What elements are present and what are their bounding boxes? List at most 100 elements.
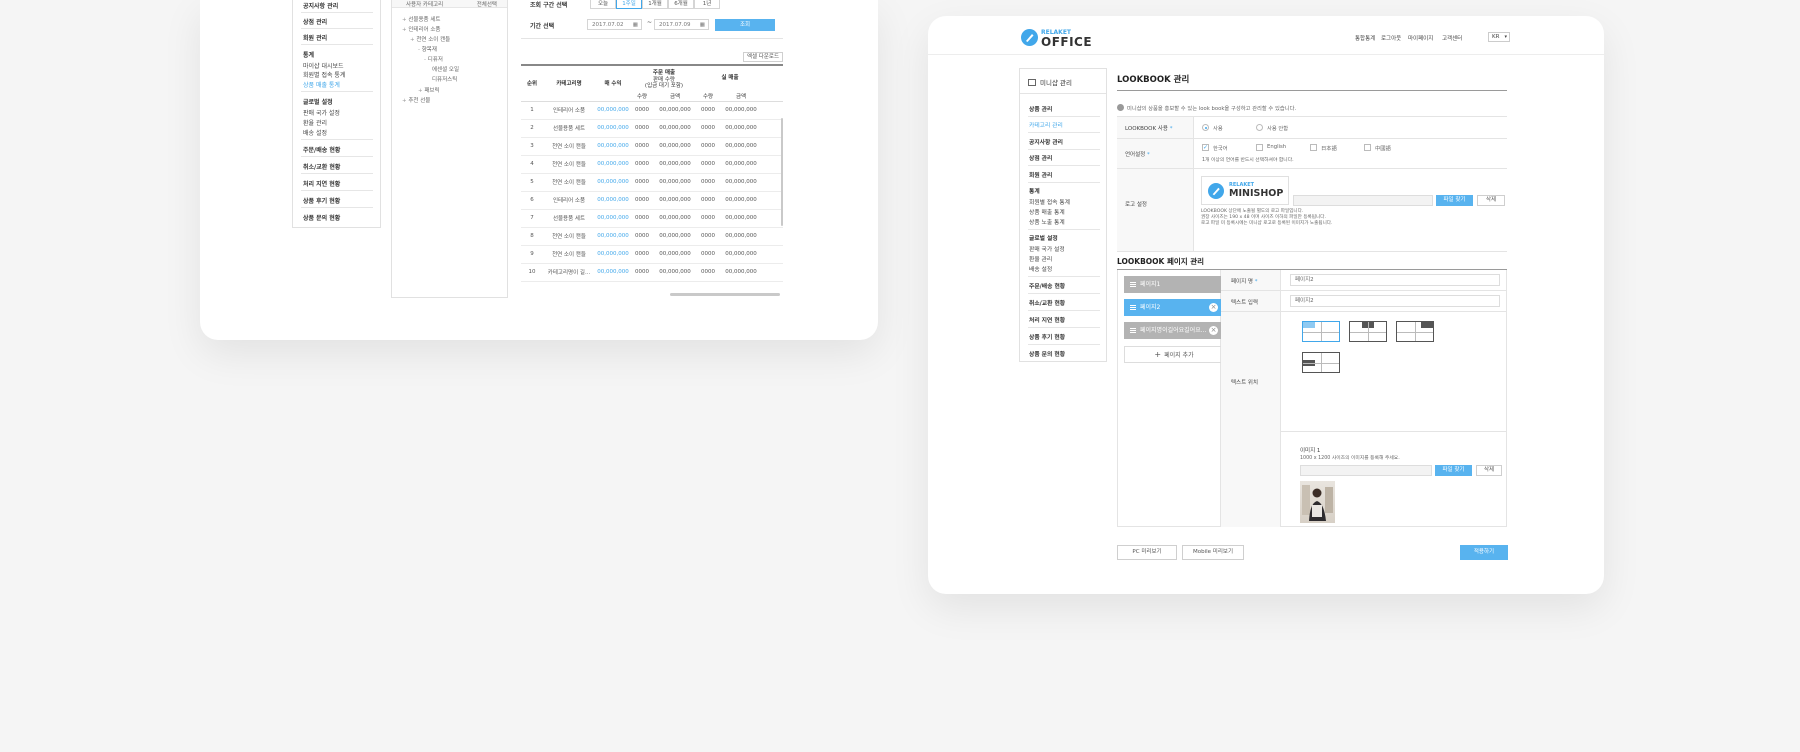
tree-node[interactable]: 디퓨저스틱 <box>432 75 457 83</box>
sidebar-item[interactable]: 판매 국가 설정 <box>303 108 340 117</box>
lang-checkbox-ko[interactable]: ✓ <box>1202 144 1209 151</box>
layout-option-4[interactable] <box>1302 352 1340 373</box>
sidebar-item[interactable]: 주문/배송 현황 <box>1029 281 1065 290</box>
lang-checkbox-ja[interactable] <box>1310 144 1317 151</box>
image-file-find-button[interactable]: 파일 찾기 <box>1435 465 1472 476</box>
page-tab[interactable]: 페이지명이길어요길어요... × <box>1124 322 1224 339</box>
sidebar-item[interactable]: 공지사항 관리 <box>1029 137 1063 146</box>
sidebar-item[interactable]: 배송 설정 <box>1029 264 1052 273</box>
table-horizontal-scrollbar[interactable] <box>670 293 780 296</box>
use-radio-yes[interactable] <box>1202 124 1209 131</box>
text-input-field[interactable]: 페이지2 <box>1290 295 1500 307</box>
add-page-button[interactable]: + 페이지 추가 <box>1124 346 1224 363</box>
top-nav-link[interactable]: 통합통계 <box>1355 34 1375 42</box>
tree-node[interactable]: + 선물용품 세트 <box>402 15 440 23</box>
page-name-input[interactable]: 페이지2 <box>1290 274 1500 286</box>
table-cell[interactable]: 00,000,000 <box>595 263 631 282</box>
select-all-button[interactable]: 전체선택 <box>477 0 497 8</box>
sidebar-item[interactable]: 상품 후기 현황 <box>303 196 340 205</box>
table-cell[interactable]: 00,000,000 <box>595 119 631 138</box>
sidebar-item[interactable]: 상품 노출 통계 <box>1029 217 1065 226</box>
use-radio-no[interactable] <box>1256 124 1263 131</box>
tree-node[interactable]: + 천연 소이 캔들 <box>410 35 450 43</box>
period-button[interactable]: 오늘 <box>590 0 616 9</box>
sidebar-item[interactable]: 판매 국가 설정 <box>1029 244 1065 253</box>
end-date-input[interactable]: 2017.07.09 ▦ <box>654 19 709 30</box>
image-delete-button[interactable]: 삭제 <box>1476 465 1502 476</box>
drag-handle-icon[interactable] <box>1130 305 1136 310</box>
save-button[interactable]: 적용하기 <box>1460 545 1508 560</box>
tree-node[interactable]: + 인테리어 소품 <box>402 25 440 33</box>
tree-node[interactable]: - 디퓨저 <box>424 55 443 63</box>
period-button[interactable]: 6개월 <box>668 0 694 9</box>
sidebar-item[interactable]: 공지사항 관리 <box>303 1 338 10</box>
image-file-input[interactable] <box>1300 465 1432 476</box>
table-cell[interactable]: 00,000,000 <box>595 173 631 192</box>
close-icon[interactable]: × <box>1209 326 1218 335</box>
sidebar-item[interactable]: 환율 관리 <box>1029 254 1052 263</box>
logo-file-input[interactable] <box>1293 195 1433 206</box>
sidebar-item[interactable]: 카테고리 관리 <box>1029 120 1063 129</box>
sidebar-item[interactable]: 회원별 접속 통계 <box>1029 197 1070 206</box>
table-cell[interactable]: 00,000,000 <box>595 101 631 120</box>
language-select[interactable]: KR ▾ <box>1488 32 1510 42</box>
sidebar-item[interactable]: 상품 후기 현황 <box>1029 332 1065 341</box>
period-button[interactable]: 1년 <box>694 0 720 9</box>
sidebar-item[interactable]: 환율 관리 <box>303 118 327 127</box>
logo-file-find-button[interactable]: 파일 찾기 <box>1436 195 1473 206</box>
sidebar-item[interactable]: 회원별 접속 통계 <box>303 70 345 79</box>
sidebar-item[interactable]: 취소/교환 현황 <box>303 162 340 171</box>
table-cell[interactable]: 00,000,000 <box>595 137 631 156</box>
top-nav-link[interactable]: 로그아웃 <box>1381 34 1401 42</box>
mobile-preview-button[interactable]: Mobile 미리보기 <box>1182 545 1244 560</box>
sidebar-item[interactable]: 상품 매출 통계 <box>1029 207 1065 216</box>
lang-checkbox-en[interactable] <box>1256 144 1263 151</box>
sidebar-item[interactable]: 회원 관리 <box>303 33 327 42</box>
sidebar-item[interactable]: 상점 관리 <box>1029 153 1052 162</box>
sidebar-item[interactable]: 통계 <box>303 50 314 59</box>
tree-node[interactable]: + 패브릭 <box>418 86 440 94</box>
table-cell[interactable]: 00,000,000 <box>595 191 631 210</box>
top-nav-link[interactable]: 마이페이지 <box>1408 34 1433 42</box>
sidebar-item[interactable]: 상점 관리 <box>303 17 327 26</box>
sidebar-item[interactable]: 상품 관리 <box>1029 104 1052 113</box>
period-button[interactable]: 1주일 <box>616 0 642 9</box>
tree-node[interactable]: + 추천 선물 <box>402 96 430 104</box>
sidebar-item[interactable]: 상품 문의 현황 <box>1029 349 1065 358</box>
drag-handle-icon[interactable] <box>1130 328 1136 333</box>
logo-delete-button[interactable]: 삭제 <box>1477 195 1505 206</box>
period-button[interactable]: 1개월 <box>642 0 668 9</box>
sidebar-item[interactable]: 회원 관리 <box>1029 170 1052 179</box>
sidebar-item[interactable]: 주문/배송 현황 <box>303 145 340 154</box>
layout-option-1[interactable] <box>1302 321 1340 342</box>
sidebar-item[interactable]: 처리 지연 현황 <box>1029 315 1065 324</box>
sidebar-item[interactable]: 상품 매출 통계 <box>303 80 340 89</box>
search-button[interactable]: 조회 <box>715 19 775 31</box>
drag-handle-icon[interactable] <box>1130 282 1136 287</box>
sidebar-item[interactable]: 글로벌 설정 <box>1029 233 1058 242</box>
table-cell[interactable]: 00,000,000 <box>595 155 631 174</box>
sidebar-item[interactable]: 처리 지연 현황 <box>303 179 340 188</box>
table-cell[interactable]: 00,000,000 <box>595 227 631 246</box>
close-icon[interactable]: × <box>1209 303 1218 312</box>
sidebar-item[interactable]: 배송 설정 <box>303 128 327 137</box>
table-cell[interactable]: 00,000,000 <box>595 245 631 264</box>
table-vertical-scrollbar[interactable] <box>781 118 783 226</box>
top-nav-link[interactable]: 고객센터 <box>1442 34 1462 42</box>
sidebar-item[interactable]: 취소/교환 현황 <box>1029 298 1065 307</box>
lang-checkbox-zh[interactable] <box>1364 144 1371 151</box>
excel-download-button[interactable]: 엑셀 다운로드 <box>743 52 783 62</box>
page-tab[interactable]: 페이지2 × <box>1124 299 1224 316</box>
page-tab[interactable]: 페이지1 <box>1124 276 1224 293</box>
layout-option-2[interactable] <box>1349 321 1387 342</box>
sidebar-item[interactable]: 통계 <box>1029 186 1040 195</box>
start-date-input[interactable]: 2017.07.02 ▦ <box>587 19 642 30</box>
layout-option-3[interactable] <box>1396 321 1434 342</box>
table-cell[interactable]: 00,000,000 <box>595 209 631 228</box>
tree-node[interactable]: 에센셜 오일 <box>432 65 459 73</box>
sidebar-item[interactable]: 상품 문의 현황 <box>303 213 340 222</box>
sidebar-item[interactable]: 글로벌 설정 <box>303 97 333 106</box>
pc-preview-button[interactable]: PC 미리보기 <box>1117 545 1177 560</box>
sidebar-item[interactable]: 마이샵 대시보드 <box>303 61 344 70</box>
tree-node[interactable]: - 향목재 <box>418 45 437 53</box>
